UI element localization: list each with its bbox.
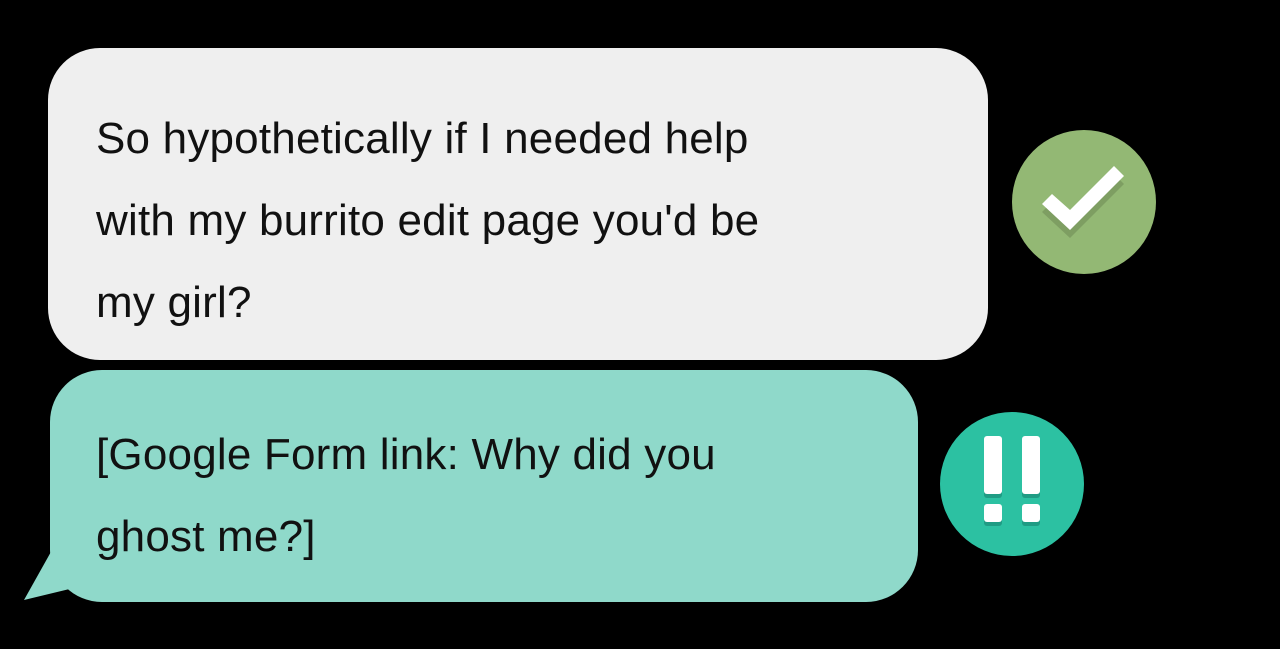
- double-exclamation-icon: [940, 412, 1084, 556]
- message-line: ghost me?]: [96, 512, 316, 561]
- double-exclamation-glyph: [984, 436, 1040, 526]
- message-line: my girl?: [96, 278, 252, 327]
- message-bubble-reply: [Google Form link: Why did you ghost me?…: [50, 370, 918, 602]
- check-icon-glyph: [1042, 166, 1124, 238]
- message-line: So hypothetically if I needed help: [96, 114, 749, 163]
- message-line: with my burrito edit page you'd be: [96, 196, 760, 245]
- check-icon: [1012, 130, 1156, 274]
- message-bubble-question: So hypothetically if I needed help with …: [48, 48, 988, 360]
- message-line: [Google Form link: Why did you: [96, 430, 716, 479]
